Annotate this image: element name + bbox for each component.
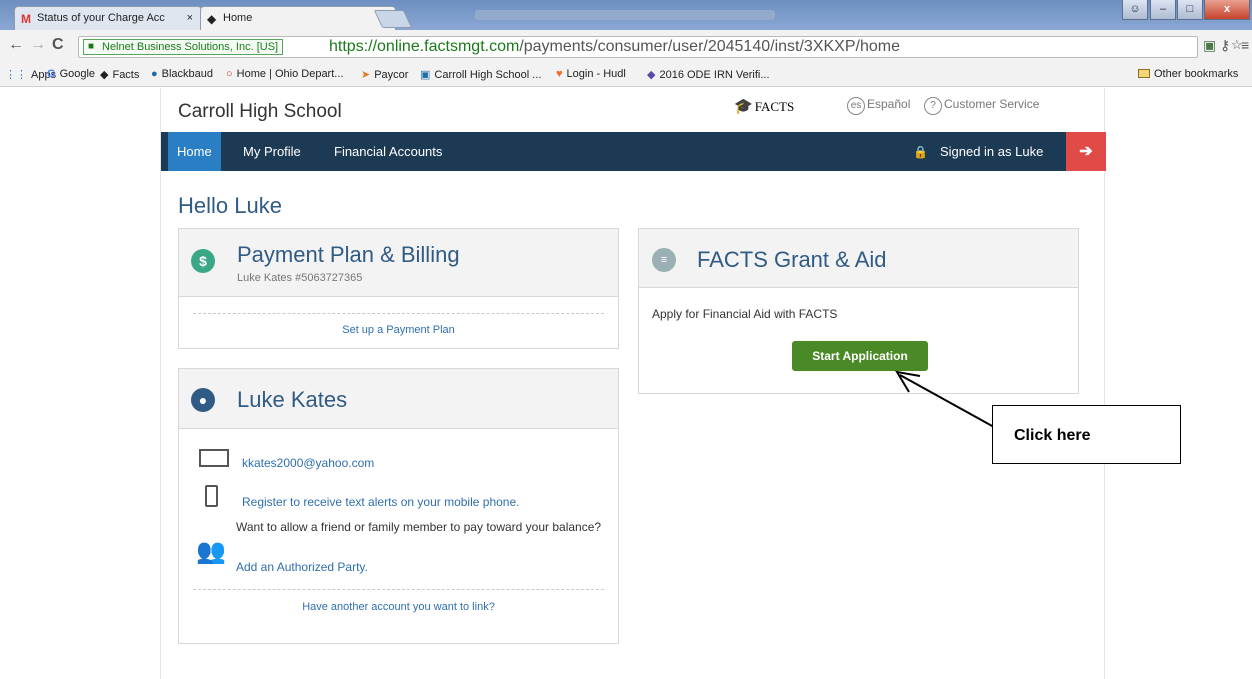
- annotation-arrow: [895, 370, 1004, 433]
- click-here-callout: Click here: [992, 405, 1181, 464]
- callout-text: Click here: [1014, 427, 1091, 444]
